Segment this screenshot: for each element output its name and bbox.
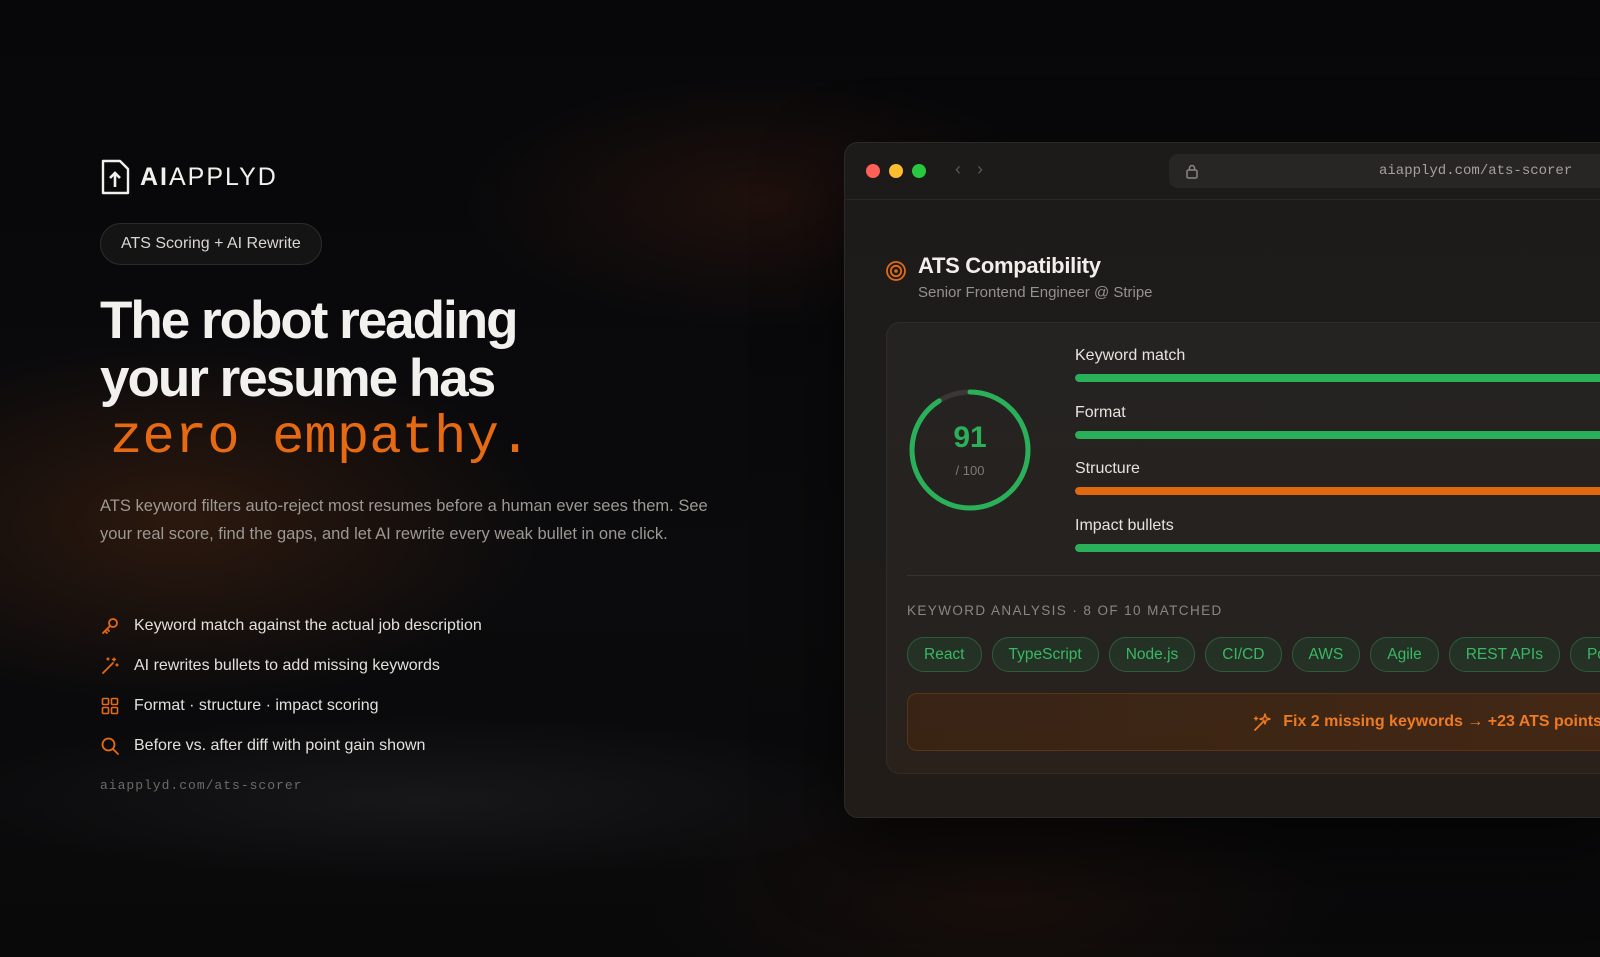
metric-bar bbox=[1075, 374, 1600, 382]
hero-description: ATS keyword filters auto-reject most res… bbox=[100, 497, 708, 543]
metric-bar bbox=[1075, 487, 1600, 495]
keyword-chip[interactable]: CI/CD bbox=[1205, 637, 1282, 672]
metric-label: Impact bullets bbox=[1075, 517, 1174, 534]
metric-fill bbox=[1075, 487, 1600, 495]
metric-fill bbox=[1075, 544, 1600, 552]
metric-format: Format bbox=[1075, 404, 1600, 439]
keyword-chip[interactable]: AWS bbox=[1291, 637, 1361, 672]
headline-accent: zero empathy. bbox=[110, 408, 532, 469]
address-bar[interactable]: aiapplyd.com/ats-scorer bbox=[1169, 154, 1600, 188]
keyword-chip[interactable]: React bbox=[907, 637, 982, 672]
feature-list: Keyword match against the actual job des… bbox=[100, 606, 482, 766]
browser-window: ‹ › aiapplyd.com/ats-scorer ATS Compatib… bbox=[844, 142, 1600, 818]
close-window-button[interactable] bbox=[866, 164, 880, 178]
sparkle-icon bbox=[1254, 713, 1271, 731]
divider bbox=[907, 575, 1600, 576]
target-icon bbox=[886, 261, 906, 281]
feature-item: AI rewrites bullets to add missing keywo… bbox=[100, 646, 482, 686]
metric-label: Format bbox=[1075, 404, 1126, 421]
back-arrow-icon[interactable]: ‹ bbox=[955, 159, 961, 180]
address-url: aiapplyd.com/ats-scorer bbox=[1379, 163, 1573, 179]
document-upload-icon bbox=[101, 159, 130, 195]
brand-logo[interactable]: AIAPPLYD bbox=[100, 159, 278, 195]
browser-titlebar: ‹ › aiapplyd.com/ats-scorer bbox=[845, 143, 1600, 200]
maximize-window-button[interactable] bbox=[912, 164, 926, 178]
metric-bar bbox=[1075, 544, 1600, 552]
keyword-chips: React TypeScript Node.js CI/CD AWS Agile… bbox=[907, 637, 1600, 672]
feature-item: Before vs. after diff with point gain sh… bbox=[100, 726, 482, 766]
brand-name: AIAPPLYD bbox=[140, 162, 278, 191]
metric-structure: Structure bbox=[1075, 460, 1600, 495]
card-subtitle: Senior Frontend Engineer @ Stripe bbox=[918, 284, 1153, 301]
cta-label: Fix 2 missing keywords → +23 ATS points bbox=[1283, 713, 1600, 730]
keyword-chip[interactable]: Node.js bbox=[1108, 637, 1196, 672]
feature-pill: ATS Scoring + AI Rewrite bbox=[100, 223, 322, 265]
metric-keyword-match: Keyword match bbox=[1075, 347, 1600, 382]
keyword-chip[interactable]: REST APIs bbox=[1448, 637, 1560, 672]
magic-wand-icon bbox=[102, 657, 119, 674]
card-title: ATS Compatibility bbox=[918, 253, 1101, 278]
lock-icon bbox=[1186, 164, 1198, 179]
key-icon bbox=[102, 618, 118, 634]
grid-icon bbox=[101, 697, 119, 715]
metric-label: Keyword match bbox=[1075, 347, 1186, 364]
feature-item: Format · structure · impact scoring bbox=[100, 686, 482, 726]
metric-label: Structure bbox=[1075, 460, 1140, 477]
footer-url[interactable]: aiapplyd.com/ats-scorer bbox=[100, 778, 302, 793]
keyword-chip[interactable]: Pos bbox=[1569, 637, 1600, 672]
score-panel: 91 / 100 Keyword match Format Structure … bbox=[886, 322, 1600, 774]
metric-fill bbox=[1075, 374, 1600, 382]
keyword-chip[interactable]: TypeScript bbox=[991, 637, 1099, 672]
keyword-analysis-title: Keyword analysis · 8 of 10 matched bbox=[907, 603, 1223, 618]
fix-keywords-button[interactable]: Fix 2 missing keywords → +23 ATS points bbox=[907, 693, 1600, 751]
feature-item: Keyword match against the actual job des… bbox=[100, 606, 482, 646]
keyword-chip[interactable]: Agile bbox=[1370, 637, 1439, 672]
score-value: 91 bbox=[953, 421, 987, 454]
search-icon bbox=[101, 737, 119, 755]
metric-impact-bullets: Impact bullets bbox=[1075, 517, 1600, 552]
forward-arrow-icon[interactable]: › bbox=[977, 159, 983, 180]
metric-fill bbox=[1075, 431, 1600, 439]
score-max: / 100 bbox=[955, 463, 985, 478]
hero-headline: The robot reading your resume has zero e… bbox=[100, 291, 532, 469]
metric-bar bbox=[1075, 431, 1600, 439]
minimize-window-button[interactable] bbox=[889, 164, 903, 178]
